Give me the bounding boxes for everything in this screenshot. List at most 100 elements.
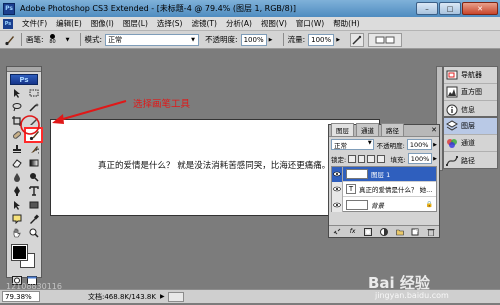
lock-pixels-icon[interactable]: [357, 154, 366, 163]
link-icon[interactable]: [332, 227, 341, 236]
brush-tool-icon[interactable]: [24, 127, 43, 143]
layer-name: 图层 1: [371, 171, 391, 179]
new-layer-icon[interactable]: [411, 227, 420, 236]
opacity-input[interactable]: 100%: [240, 33, 267, 46]
tool-preset-picker[interactable]: [3, 33, 17, 47]
pen-tool-icon[interactable]: [9, 185, 24, 197]
menu-file[interactable]: 文件(F): [22, 18, 47, 29]
doc-size: 文档:468.8K/143.8K: [88, 292, 156, 301]
clone-stamp-tool-icon[interactable]: [9, 143, 24, 155]
notes-tool-icon[interactable]: [9, 213, 24, 225]
tab-layers[interactable]: 图层: [331, 123, 354, 136]
menu-select[interactable]: 选择(S): [157, 18, 183, 29]
gradient-tool-icon[interactable]: [26, 157, 41, 169]
airbrush-toggle[interactable]: [350, 32, 365, 47]
blend-mode-value: 正常: [334, 141, 347, 150]
menu-bar: Ps 文件(F) 编辑(E) 图像(I) 图层(L) 选择(S) 滤镜(T) 分…: [0, 17, 500, 31]
menu-view[interactable]: 视图(V): [261, 18, 287, 29]
dock-histogram[interactable]: 直方图: [444, 84, 497, 101]
magic-wand-tool-icon[interactable]: [26, 101, 41, 113]
dock-bottom-group: 图层 通道 路径: [443, 117, 498, 169]
menu-filter[interactable]: 滤镜(T): [192, 18, 217, 29]
brushes-panel-toggle[interactable]: [368, 32, 403, 47]
fill-input[interactable]: 100%: [407, 153, 433, 164]
lock-position-icon[interactable]: [367, 154, 375, 163]
eye-icon[interactable]: [332, 181, 343, 197]
eye-icon[interactable]: [332, 197, 343, 212]
window-title: Adobe Photoshop CS3 Extended - [未标题-4 @ …: [20, 4, 296, 13]
dock-layers[interactable]: 图层: [444, 118, 497, 135]
dock-paths[interactable]: 路径: [444, 152, 497, 169]
shape-tool-icon[interactable]: [26, 199, 41, 211]
horizontal-scrollbar[interactable]: [167, 291, 184, 302]
menu-layer[interactable]: 图层(L): [123, 18, 148, 29]
blur-tool-icon[interactable]: [9, 171, 24, 183]
mode-select[interactable]: 正常 ▼: [105, 33, 200, 46]
lock-transparent-icon[interactable]: [348, 154, 356, 163]
menu-analysis[interactable]: 分析(A): [226, 18, 252, 29]
marquee-tool-icon[interactable]: [26, 87, 41, 99]
trash-icon[interactable]: [427, 227, 436, 236]
dock-histogram-label: 直方图: [461, 88, 482, 96]
layer-item[interactable]: 背景 🔒: [332, 197, 436, 212]
eraser-tool-icon[interactable]: [9, 157, 24, 169]
opacity-slider-icon[interactable]: ▶: [433, 142, 437, 148]
menu-edit[interactable]: 编辑(E): [56, 18, 82, 29]
hand-tool-icon[interactable]: [9, 227, 24, 239]
dock-navigator[interactable]: 导航器: [444, 67, 497, 84]
adjustment-icon[interactable]: [379, 227, 388, 236]
layer-item[interactable]: 图层 1: [332, 166, 436, 182]
zoom-input[interactable]: 79.38%: [2, 291, 40, 302]
toolbox-header[interactable]: [7, 67, 41, 72]
dock-info[interactable]: 信息: [444, 101, 497, 118]
history-brush-tool-icon[interactable]: [26, 143, 41, 155]
tab-channels[interactable]: 通道: [356, 123, 379, 136]
tab-paths[interactable]: 路径: [381, 123, 404, 136]
layer-opacity-input[interactable]: 100%: [406, 139, 433, 150]
blend-mode-select[interactable]: 正常 ▼: [331, 139, 374, 150]
brush-label: 画笔:: [26, 35, 44, 44]
channels-icon: [446, 137, 458, 149]
brush-size-picker[interactable]: 80: [47, 33, 59, 47]
minimize-button[interactable]: –: [416, 2, 438, 15]
brush-size: 80: [49, 38, 56, 45]
type-tool-icon[interactable]: [26, 185, 41, 197]
maximize-button[interactable]: □: [439, 2, 461, 15]
dodge-tool-icon[interactable]: [26, 171, 41, 183]
foreground-color-swatch[interactable]: [11, 244, 28, 261]
status-menu-icon[interactable]: ▶: [160, 293, 165, 300]
dock-paths-label: 路径: [461, 156, 475, 165]
move-tool-icon[interactable]: [9, 87, 24, 99]
healing-brush-tool-icon[interactable]: [9, 129, 24, 141]
menu-image[interactable]: 图像(I): [91, 18, 114, 29]
dock-channels[interactable]: 通道: [444, 135, 497, 152]
opacity-slider-icon[interactable]: ▶: [267, 34, 275, 46]
fx-icon[interactable]: fx: [348, 227, 357, 236]
layer-thumbnail: [346, 169, 368, 179]
app-icon: Ps: [3, 2, 15, 15]
path-selection-tool-icon[interactable]: [9, 199, 24, 211]
flow-slider-icon[interactable]: ▶: [334, 34, 342, 46]
brush-dropdown-icon[interactable]: ▼: [64, 34, 72, 46]
folder-icon[interactable]: [395, 227, 404, 236]
lock-all-icon[interactable]: [376, 154, 385, 163]
lasso-tool-icon[interactable]: [9, 101, 24, 113]
slice-tool-icon[interactable]: [26, 115, 41, 127]
menu-help[interactable]: 帮助(H): [333, 18, 360, 29]
close-icon[interactable]: ✕: [431, 126, 437, 134]
zoom-tool-icon[interactable]: [26, 227, 41, 239]
eyedropper-tool-icon[interactable]: [26, 213, 41, 225]
layer-item[interactable]: T 真正的爱情是什么？ 她...: [332, 181, 436, 197]
mode-label: 模式:: [84, 35, 103, 44]
dock-top-group: 导航器 直方图 信息: [443, 66, 498, 117]
layers-panel-tabs: 图层 通道 路径 ✕: [329, 123, 439, 137]
flow-input[interactable]: 100%: [308, 33, 335, 46]
eye-icon[interactable]: [332, 166, 343, 182]
close-button[interactable]: ✕: [462, 2, 498, 15]
menu-window[interactable]: 窗口(W): [296, 18, 324, 29]
mask-icon[interactable]: [364, 227, 373, 236]
lock-row: 锁定: 填充: 100% ▶: [329, 152, 439, 165]
fill-slider-icon[interactable]: ▶: [433, 156, 437, 162]
mode-value: 正常: [108, 35, 123, 44]
crop-tool-icon[interactable]: [9, 115, 24, 127]
